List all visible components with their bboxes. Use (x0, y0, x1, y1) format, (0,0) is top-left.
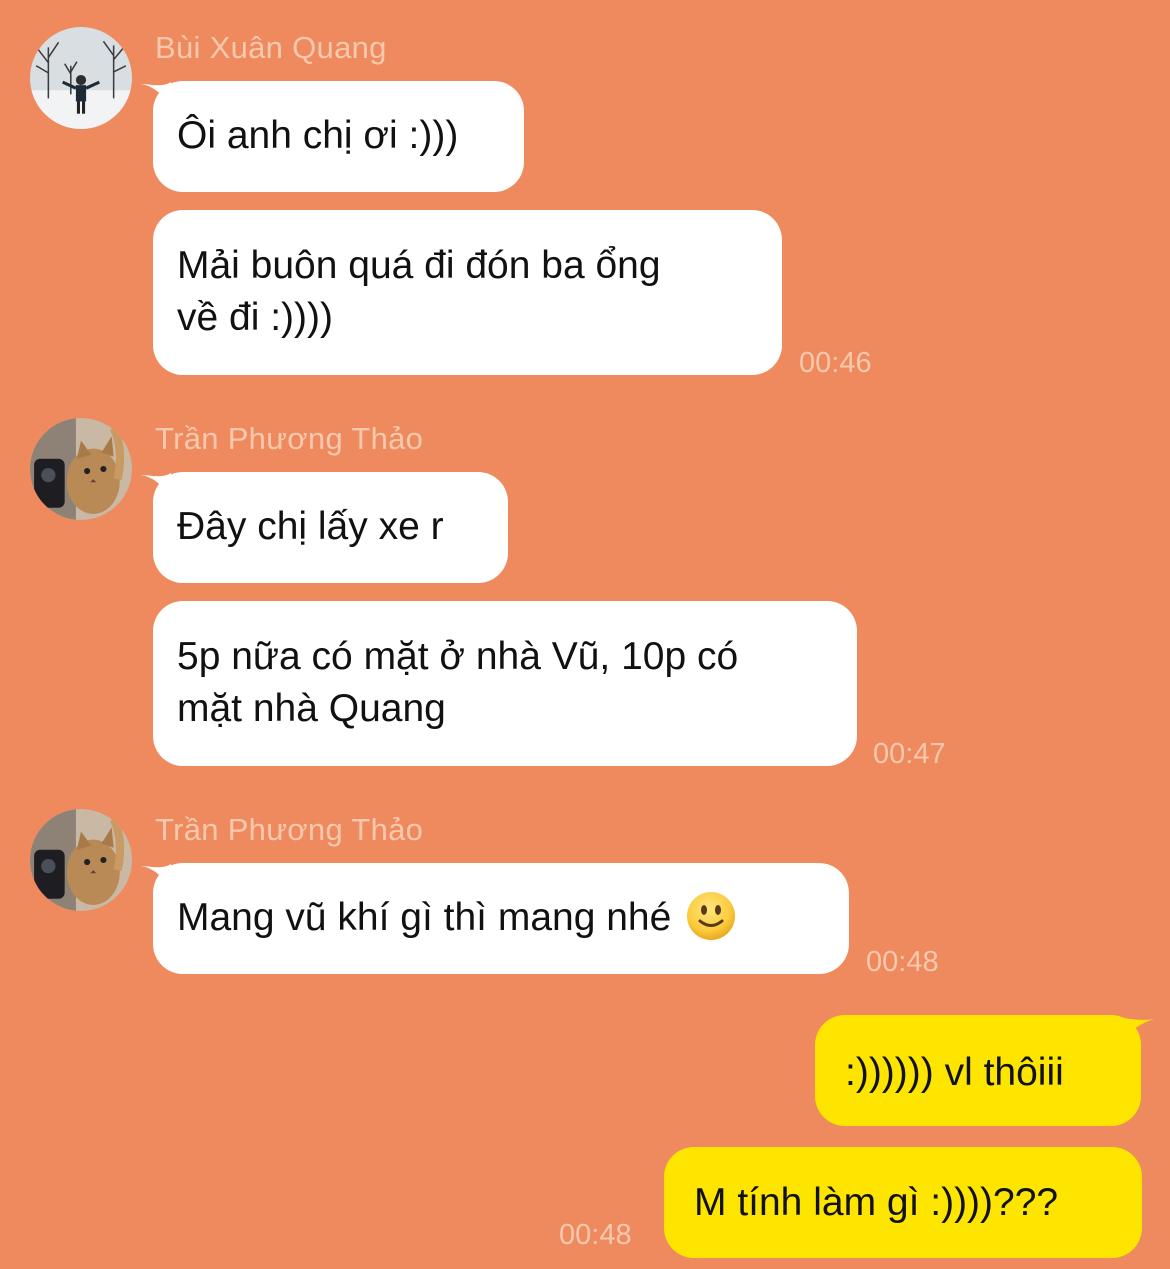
message-text: Mang vũ khí gì thì mang nhé (177, 891, 825, 944)
avatar-tran-phuong-thao[interactable] (30, 809, 132, 911)
avatar-tran-phuong-thao[interactable] (30, 418, 132, 520)
message-bubble[interactable]: 5p nữa có mặt ở nhà Vũ, 10p có mặt nhà Q… (153, 601, 857, 766)
message-text: mặt nhà Quang (177, 687, 446, 730)
avatar-photo-cat (30, 809, 132, 911)
message-bubble[interactable]: Mải buôn quá đi đón ba ổng về đi :)))) (153, 210, 782, 375)
message-bubble[interactable]: Ôi anh chị ơi :))) (153, 81, 524, 192)
message-text: Mải buôn quá đi đón ba ổng (177, 244, 661, 287)
message-bubble-outgoing[interactable]: :)))))) vl thôiii (815, 1015, 1141, 1126)
message-timestamp: 00:48 (866, 946, 939, 978)
message-text: M tính làm gì :))))??? (694, 1181, 1059, 1224)
message-text: :)))))) vl thôiii (845, 1051, 1064, 1094)
message-bubble-outgoing[interactable]: M tính làm gì :))))??? (664, 1147, 1142, 1258)
avatar-bui-xuan-quang[interactable] (30, 27, 132, 129)
message-text: Đây chị lấy xe r (177, 505, 444, 548)
avatar-photo-snowy-park (30, 27, 132, 129)
message-text: Ôi anh chị ơi :))) (177, 114, 459, 157)
message-timestamp: 00:47 (873, 738, 946, 770)
message-bubble[interactable]: Đây chị lấy xe r (153, 472, 508, 583)
sender-name: Trần Phương Thảo (155, 812, 424, 847)
sender-name: Bùi Xuân Quang (155, 30, 387, 65)
avatar-photo-cat (30, 418, 132, 520)
sender-name: Trần Phương Thảo (155, 421, 424, 456)
message-text-content: Mang vũ khí gì thì mang nhé (177, 896, 672, 939)
slightly-smiling-face-icon (687, 891, 736, 940)
message-timestamp: 00:48 (559, 1219, 632, 1251)
chat-area[interactable]: Bùi Xuân Quang Ôi anh chị ơi :))) Mải bu… (0, 0, 1170, 1269)
message-bubble[interactable]: Mang vũ khí gì thì mang nhé (153, 863, 849, 974)
message-timestamp: 00:46 (799, 347, 872, 379)
message-text: 5p nữa có mặt ở nhà Vũ, 10p có (177, 635, 739, 678)
message-text: về đi :)))) (177, 296, 333, 339)
